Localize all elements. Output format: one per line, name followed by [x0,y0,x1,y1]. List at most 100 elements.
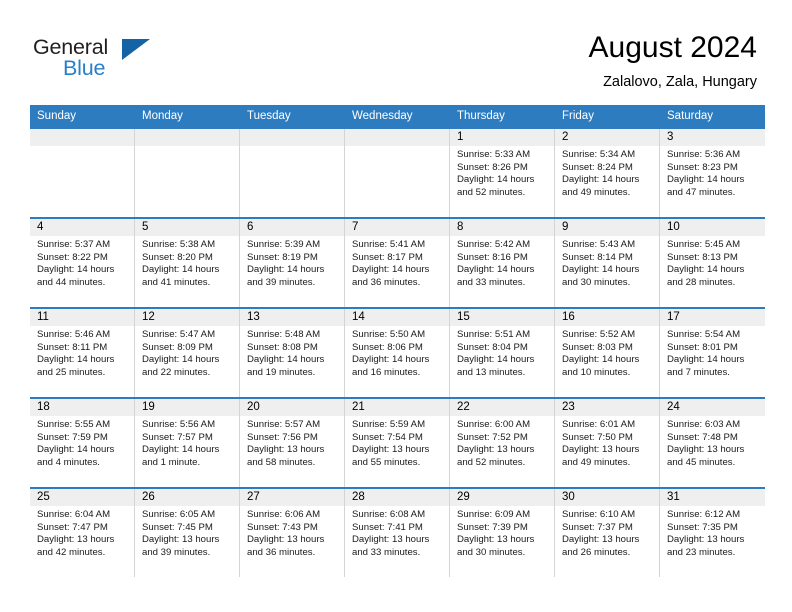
sunset-text: Sunset: 8:14 PM [562,251,633,263]
daylight-text-line2: and 52 minutes. [457,186,526,198]
day-cell[interactable]: 2 Sunrise: 5:34 AM Sunset: 8:24 PM Dayli… [555,129,660,217]
day-cell[interactable]: 29 Sunrise: 6:09 AM Sunset: 7:39 PM Dayl… [450,489,555,577]
day-cell[interactable] [30,129,135,217]
day-cell[interactable]: 19 Sunrise: 5:56 AM Sunset: 7:57 PM Dayl… [135,399,240,487]
day-cell[interactable]: 21 Sunrise: 5:59 AM Sunset: 7:54 PM Dayl… [345,399,450,487]
daylight-text-line1: Daylight: 14 hours [562,354,640,366]
daylight-text-line2: and 4 minutes. [37,456,100,468]
day-number: 6 [240,219,344,236]
day-number: 8 [450,219,554,236]
title-block: August 2024 Zalalovo, Zala, Hungary [589,30,757,92]
day-cell[interactable]: 25 Sunrise: 6:04 AM Sunset: 7:47 PM Dayl… [30,489,135,577]
sunset-text: Sunset: 7:57 PM [142,431,213,443]
day-number: 21 [345,399,449,416]
day-cell[interactable] [240,129,345,217]
day-details: Sunrise: 6:01 AM Sunset: 7:50 PM Dayligh… [555,416,659,469]
daylight-text-line2: and 49 minutes. [562,186,631,198]
daylight-text-line1: Daylight: 14 hours [142,354,220,366]
day-number: 16 [555,309,659,326]
sunrise-text: Sunrise: 5:59 AM [352,419,426,430]
day-cell[interactable]: 1 Sunrise: 5:33 AM Sunset: 8:26 PM Dayli… [450,129,555,217]
day-cell[interactable]: 5 Sunrise: 5:38 AM Sunset: 8:20 PM Dayli… [135,219,240,307]
sunset-text: Sunset: 8:08 PM [247,341,318,353]
calendar-page: General Blue August 2024 Zalalovo, Zala,… [0,0,792,612]
day-cell[interactable]: 30 Sunrise: 6:10 AM Sunset: 7:37 PM Dayl… [555,489,660,577]
sunset-text: Sunset: 8:13 PM [667,251,738,263]
day-cell[interactable]: 18 Sunrise: 5:55 AM Sunset: 7:59 PM Dayl… [30,399,135,487]
daylight-text-line2: and 13 minutes. [457,366,526,378]
day-cell[interactable]: 6 Sunrise: 5:39 AM Sunset: 8:19 PM Dayli… [240,219,345,307]
day-cell[interactable]: 23 Sunrise: 6:01 AM Sunset: 7:50 PM Dayl… [555,399,660,487]
sunrise-text: Sunrise: 5:51 AM [457,329,531,340]
day-number: 10 [660,219,765,236]
daylight-text-line2: and 1 minute. [142,456,201,468]
day-cell[interactable] [345,129,450,217]
sunset-text: Sunset: 7:56 PM [247,431,318,443]
daylight-text-line1: Daylight: 14 hours [457,174,535,186]
sunset-text: Sunset: 7:45 PM [142,521,213,533]
day-details: Sunrise: 5:57 AM Sunset: 7:56 PM Dayligh… [240,416,344,469]
sunrise-text: Sunrise: 6:05 AM [142,509,216,520]
day-cell[interactable]: 31 Sunrise: 6:12 AM Sunset: 7:35 PM Dayl… [660,489,765,577]
day-cell[interactable]: 15 Sunrise: 5:51 AM Sunset: 8:04 PM Dayl… [450,309,555,397]
day-cell[interactable]: 17 Sunrise: 5:54 AM Sunset: 8:01 PM Dayl… [660,309,765,397]
day-cell[interactable]: 8 Sunrise: 5:42 AM Sunset: 8:16 PM Dayli… [450,219,555,307]
sunset-text: Sunset: 8:04 PM [457,341,528,353]
day-cell[interactable]: 16 Sunrise: 5:52 AM Sunset: 8:03 PM Dayl… [555,309,660,397]
day-number: 12 [135,309,239,326]
daylight-text-line1: Daylight: 14 hours [142,444,220,456]
daylight-text-line2: and 39 minutes. [247,276,316,288]
day-number: 17 [660,309,765,326]
daylight-text-line1: Daylight: 14 hours [142,264,220,276]
generalblue-logo[interactable]: General Blue [33,36,233,88]
day-number: 15 [450,309,554,326]
day-cell[interactable]: 9 Sunrise: 5:43 AM Sunset: 8:14 PM Dayli… [555,219,660,307]
day-details [30,146,134,149]
day-cell[interactable]: 27 Sunrise: 6:06 AM Sunset: 7:43 PM Dayl… [240,489,345,577]
sunrise-text: Sunrise: 6:12 AM [667,509,741,520]
day-cell[interactable]: 11 Sunrise: 5:46 AM Sunset: 8:11 PM Dayl… [30,309,135,397]
daylight-text-line2: and 10 minutes. [562,366,631,378]
sunrise-text: Sunrise: 5:36 AM [667,149,741,160]
day-details [240,146,344,149]
day-details: Sunrise: 5:45 AM Sunset: 8:13 PM Dayligh… [660,236,765,289]
sunrise-text: Sunrise: 6:00 AM [457,419,531,430]
sunset-text: Sunset: 7:47 PM [37,521,108,533]
day-cell[interactable]: 14 Sunrise: 5:50 AM Sunset: 8:06 PM Dayl… [345,309,450,397]
day-details: Sunrise: 6:08 AM Sunset: 7:41 PM Dayligh… [345,506,449,559]
day-cell[interactable]: 7 Sunrise: 5:41 AM Sunset: 8:17 PM Dayli… [345,219,450,307]
day-cell[interactable]: 22 Sunrise: 6:00 AM Sunset: 7:52 PM Dayl… [450,399,555,487]
day-cell[interactable]: 4 Sunrise: 5:37 AM Sunset: 8:22 PM Dayli… [30,219,135,307]
sunrise-text: Sunrise: 5:46 AM [37,329,111,340]
daylight-text-line1: Daylight: 13 hours [37,534,115,546]
daylight-text-line2: and 22 minutes. [142,366,211,378]
day-cell[interactable]: 12 Sunrise: 5:47 AM Sunset: 8:09 PM Dayl… [135,309,240,397]
day-cell[interactable] [135,129,240,217]
sunset-text: Sunset: 7:41 PM [352,521,423,533]
day-details: Sunrise: 6:04 AM Sunset: 7:47 PM Dayligh… [30,506,134,559]
day-details: Sunrise: 5:48 AM Sunset: 8:08 PM Dayligh… [240,326,344,379]
daylight-text-line1: Daylight: 14 hours [247,354,325,366]
day-cell[interactable]: 26 Sunrise: 6:05 AM Sunset: 7:45 PM Dayl… [135,489,240,577]
day-number: 9 [555,219,659,236]
day-details: Sunrise: 5:37 AM Sunset: 8:22 PM Dayligh… [30,236,134,289]
weekday-friday: Friday [562,110,594,122]
day-cell[interactable]: 10 Sunrise: 5:45 AM Sunset: 8:13 PM Dayl… [660,219,765,307]
sunrise-text: Sunrise: 5:54 AM [667,329,741,340]
day-number: 20 [240,399,344,416]
daylight-text-line2: and 25 minutes. [37,366,106,378]
day-cell[interactable]: 13 Sunrise: 5:48 AM Sunset: 8:08 PM Dayl… [240,309,345,397]
day-cell[interactable]: 24 Sunrise: 6:03 AM Sunset: 7:48 PM Dayl… [660,399,765,487]
day-details: Sunrise: 5:52 AM Sunset: 8:03 PM Dayligh… [555,326,659,379]
sunrise-text: Sunrise: 5:39 AM [247,239,321,250]
day-number: 25 [30,489,134,506]
day-number: 1 [450,129,554,146]
day-cell[interactable]: 3 Sunrise: 5:36 AM Sunset: 8:23 PM Dayli… [660,129,765,217]
daylight-text-line1: Daylight: 14 hours [37,444,115,456]
day-cell[interactable]: 28 Sunrise: 6:08 AM Sunset: 7:41 PM Dayl… [345,489,450,577]
day-number: 4 [30,219,134,236]
day-cell[interactable]: 20 Sunrise: 5:57 AM Sunset: 7:56 PM Dayl… [240,399,345,487]
page-header: General Blue August 2024 Zalalovo, Zala,… [0,0,792,105]
sunset-text: Sunset: 8:23 PM [667,161,738,173]
daylight-text-line1: Daylight: 13 hours [457,534,535,546]
